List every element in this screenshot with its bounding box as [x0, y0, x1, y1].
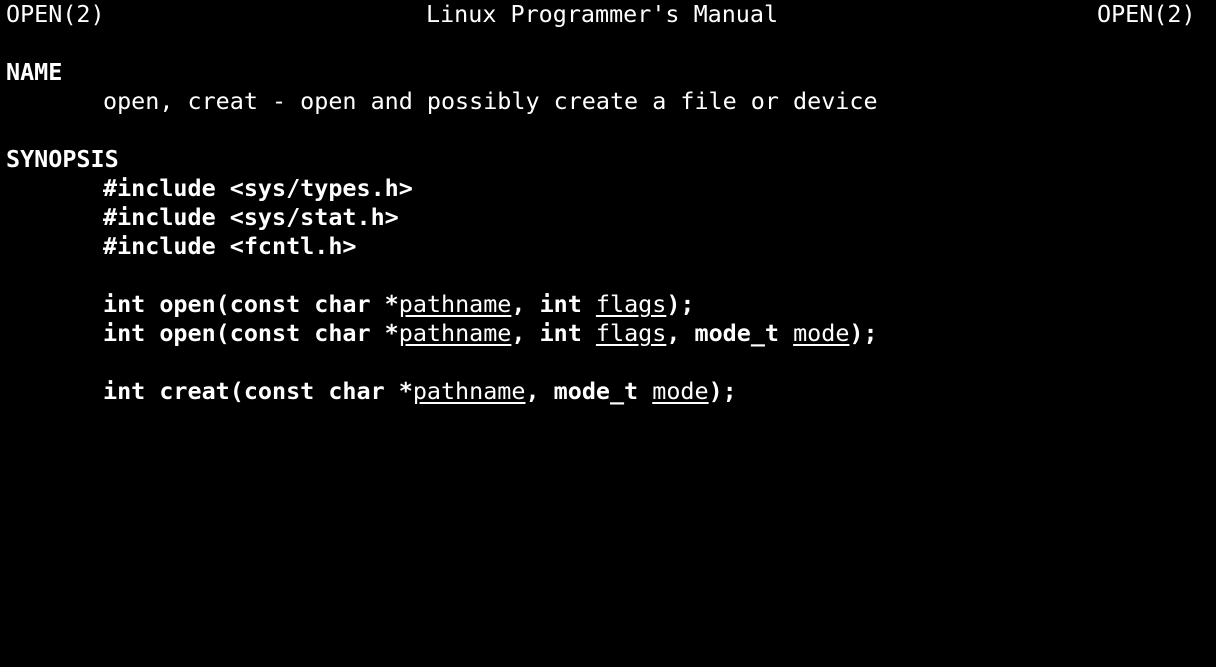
prototype-open-2: int open(const char *pathname, int flags… [103, 319, 878, 348]
include-line: #include <fcntl.h> [103, 232, 357, 260]
synopsis-heading: SYNOPSIS [6, 145, 119, 173]
include-line: #include <sys/types.h> [103, 174, 413, 202]
code-text: ); [666, 290, 695, 318]
code-text: , int [511, 319, 596, 347]
header-right-title: OPEN(2) [1097, 0, 1196, 28]
code-text: ); [849, 319, 878, 347]
param-flags: flags [595, 290, 667, 318]
param-pathname: pathname [398, 319, 512, 347]
code-text: int creat(const char * [103, 377, 413, 405]
code-text: , int [511, 290, 596, 318]
param-pathname: pathname [412, 377, 526, 405]
include-line: #include <sys/stat.h> [103, 203, 399, 231]
code-text: ); [708, 377, 737, 405]
code-text: int open(const char * [103, 319, 399, 347]
param-pathname: pathname [398, 290, 512, 318]
name-description: open, creat - open and possibly create a… [103, 87, 878, 115]
code-text: , mode_t [525, 377, 653, 405]
param-mode: mode [793, 319, 850, 347]
header-center-title: Linux Programmer's Manual [426, 0, 779, 28]
code-text: int open(const char * [103, 290, 399, 318]
param-mode: mode [652, 377, 709, 405]
prototype-creat: int creat(const char *pathname, mode_t m… [103, 377, 737, 406]
code-text: , mode_t [666, 319, 794, 347]
param-flags: flags [595, 319, 667, 347]
prototype-open-1: int open(const char *pathname, int flags… [103, 290, 695, 319]
man-header: OPEN(2) Linux Programmer's Manual OPEN(2… [6, 0, 1216, 29]
man-page-terminal: OPEN(2) Linux Programmer's Manual OPEN(2… [6, 0, 1216, 422]
name-heading: NAME [6, 58, 63, 86]
header-left-title: OPEN(2) [6, 0, 105, 28]
